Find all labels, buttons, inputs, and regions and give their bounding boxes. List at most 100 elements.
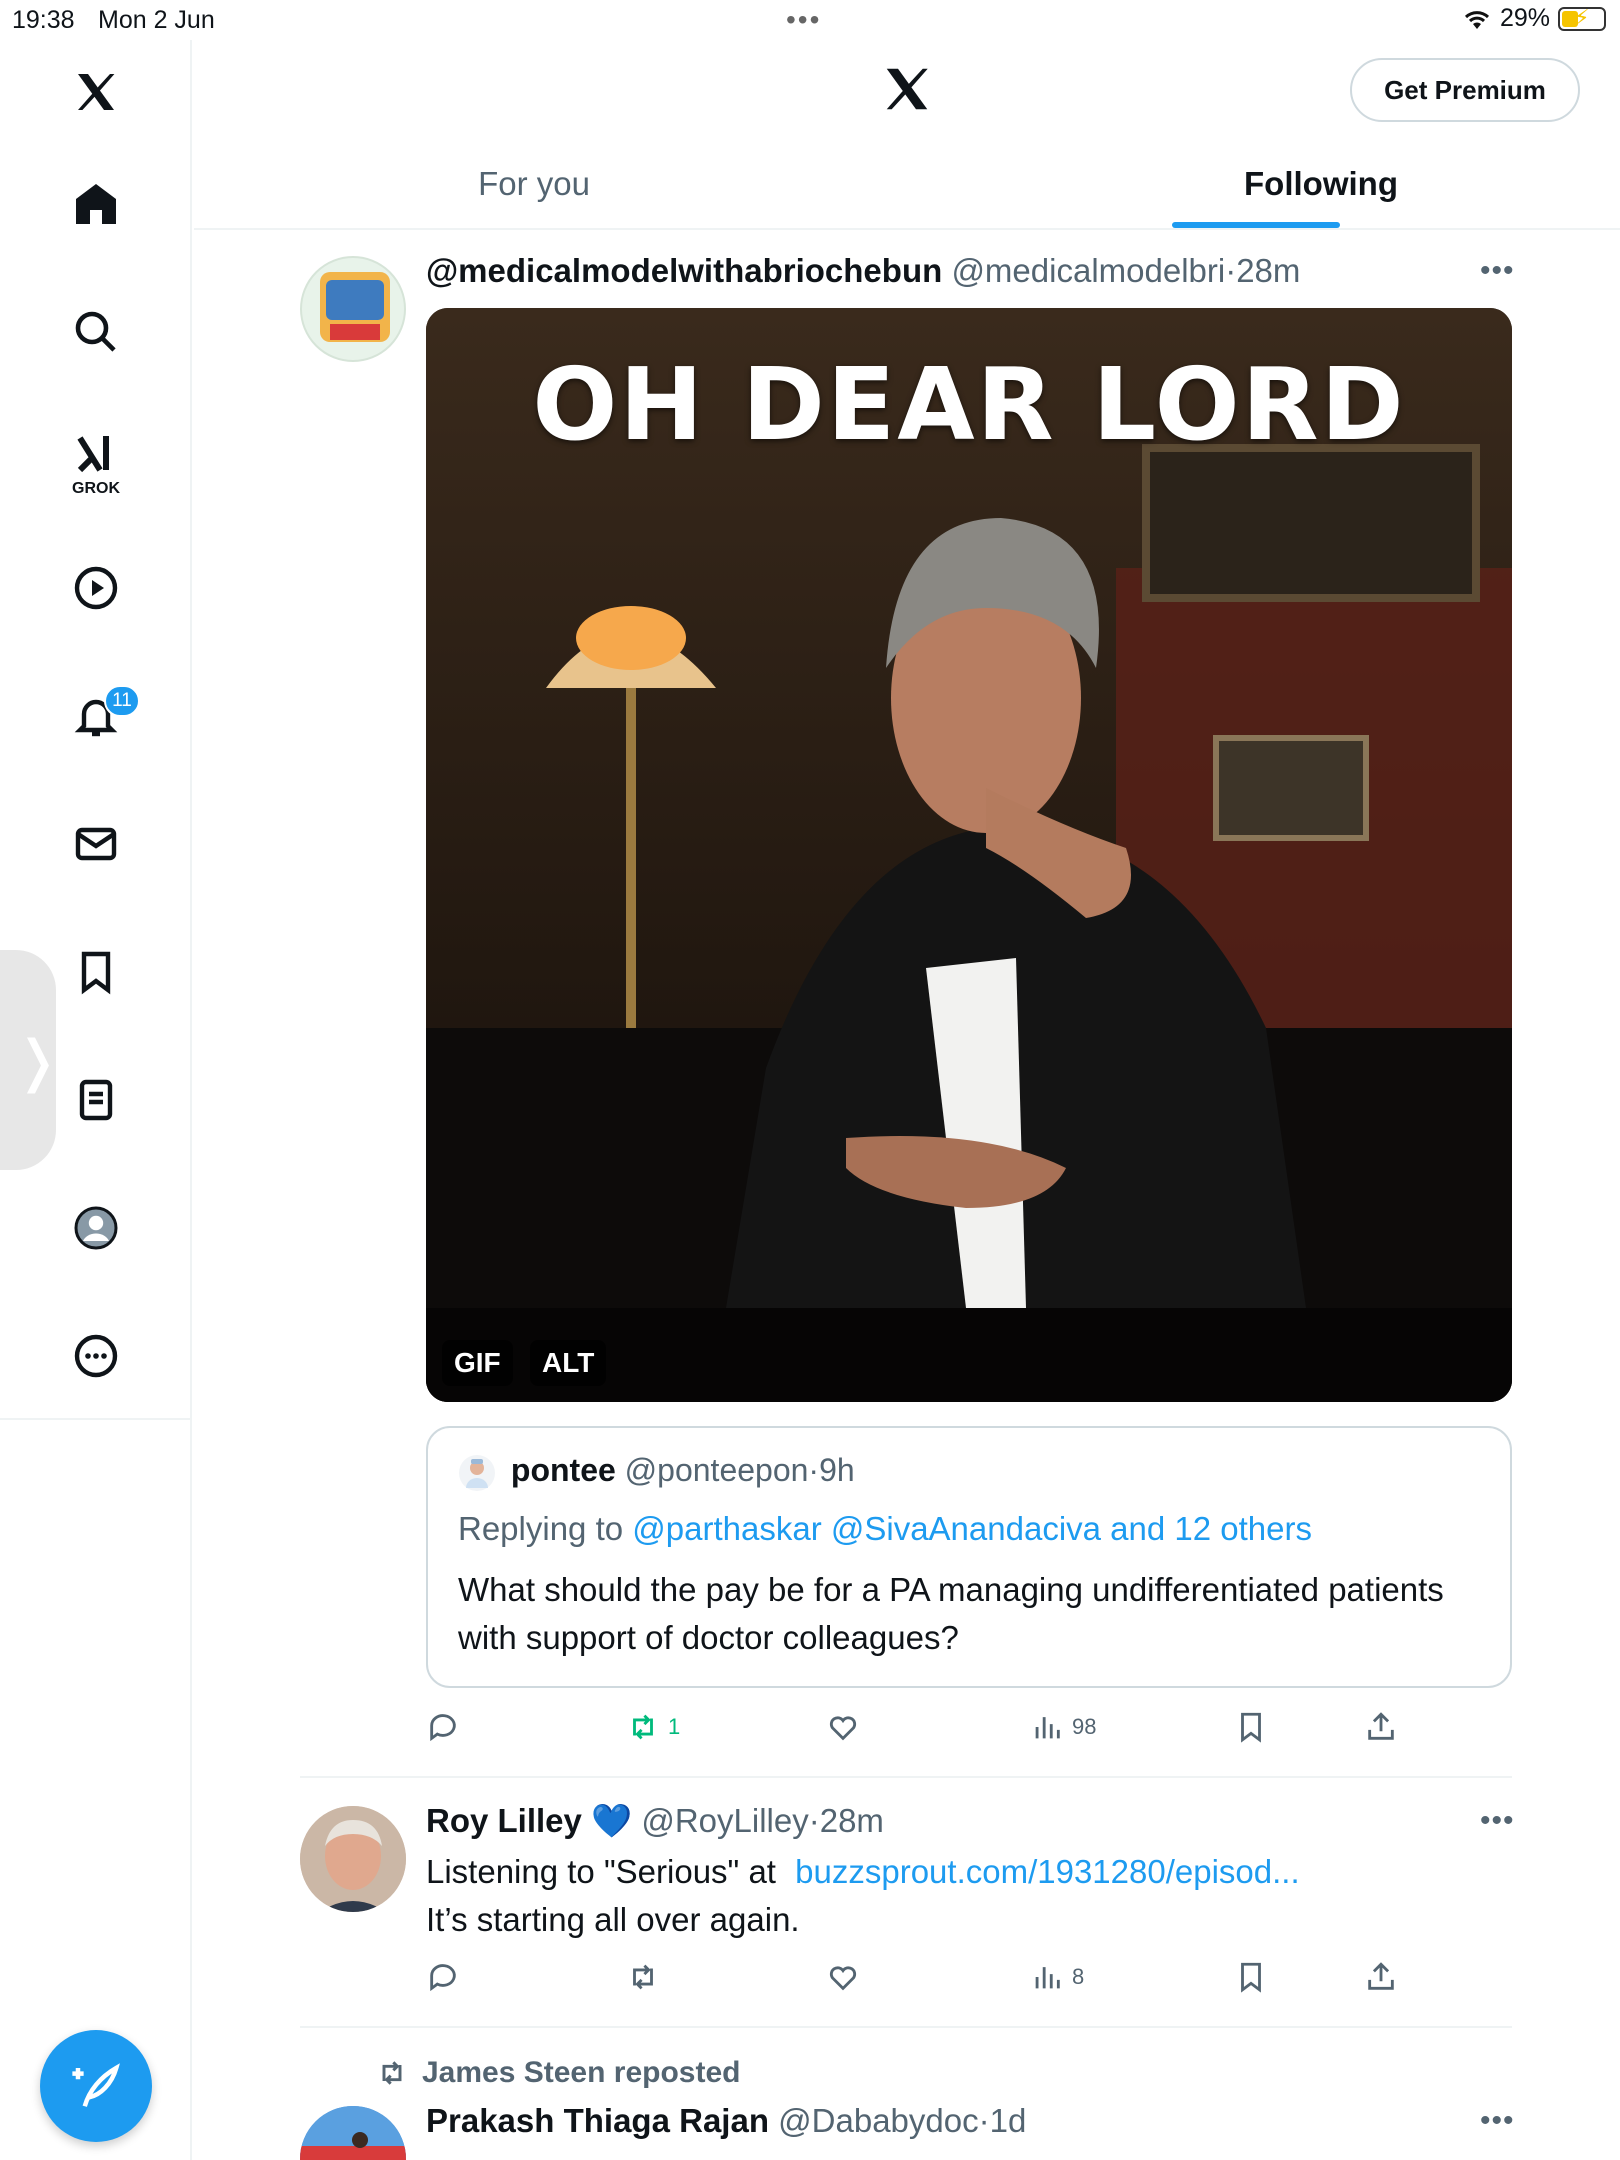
- views-chart-icon: [1035, 1967, 1060, 1989]
- reposted-by-label: James Steen reposted: [422, 2056, 741, 2089]
- tab-for-you[interactable]: For you: [394, 140, 674, 228]
- profile-avatar-icon[interactable]: [66, 1198, 126, 1258]
- post-separator: [300, 2026, 1512, 2028]
- post-actions-bar: 1 98: [426, 1702, 1426, 1752]
- replying-to-users[interactable]: @parthaskar @SivaAnandaciva and 12 other…: [632, 1510, 1312, 1547]
- status-bar: 19:38 Mon 2 Jun ••• 29% ⚡: [0, 0, 1620, 40]
- post-avatar[interactable]: [300, 256, 406, 362]
- author-name[interactable]: Roy Lilley: [426, 1802, 582, 1839]
- quoted-post-card[interactable]: pontee @ponteepon·9h Replying to @partha…: [426, 1426, 1512, 1688]
- gif-overlay-text: OH DEAR LORD: [532, 346, 1406, 463]
- views-count: 98: [1072, 1714, 1097, 1739]
- views-button[interactable]: 8: [1030, 1952, 1084, 2002]
- post-time[interactable]: 28m: [1236, 252, 1300, 289]
- post-text-line2: It’s starting all over again.: [426, 1901, 800, 1938]
- multitasking-dots-icon[interactable]: •••: [786, 4, 821, 36]
- alt-text-button[interactable]: ALT: [530, 1340, 607, 1386]
- grok-label: GROK: [72, 480, 120, 497]
- views-count: 8: [1072, 1964, 1085, 1989]
- post-avatar[interactable]: [300, 2106, 406, 2160]
- roy-lilley-avatar-photo: [300, 1806, 406, 1912]
- post-media-gif[interactable]: OH DEAR LORD GIF ALT: [426, 308, 1512, 1402]
- meta-separator: ·: [808, 1452, 820, 1488]
- post-header: Prakash Thiaga Rajan @Dababydoc·1d: [426, 2102, 1026, 2140]
- wifi-icon: [1464, 10, 1489, 29]
- share-upload-icon: [1368, 1962, 1394, 1990]
- tab-following[interactable]: Following: [1194, 140, 1448, 228]
- quoted-post-header: pontee @ponteepon·9h: [458, 1452, 855, 1492]
- repost-button[interactable]: [626, 1952, 660, 2002]
- status-time: 19:38: [12, 6, 75, 34]
- meta-separator: ·: [1225, 252, 1237, 289]
- status-date: Mon 2 Jun: [98, 6, 215, 34]
- bookmark-button[interactable]: [1234, 1702, 1268, 1752]
- more-options-icon[interactable]: [66, 1326, 126, 1386]
- share-button[interactable]: [1364, 1952, 1398, 2002]
- author-handle[interactable]: @medicalmodelbri: [951, 252, 1225, 289]
- author-name[interactable]: Prakash Thiaga Rajan: [426, 2102, 769, 2139]
- x-logo-icon[interactable]: [66, 62, 126, 122]
- repost-indicator-icon: [382, 2061, 402, 2085]
- meta-separator: ·: [978, 2102, 990, 2139]
- blue-heart-icon: 💙: [591, 1802, 633, 1839]
- prakash-avatar-photo: [300, 2106, 406, 2160]
- grok-icon[interactable]: [66, 424, 126, 484]
- sidebar-slideover-handle[interactable]: ❭: [0, 950, 61, 1170]
- post-text-prefix: Listening to "Serious" at: [426, 1853, 786, 1890]
- share-button[interactable]: [1364, 1702, 1398, 1752]
- like-button[interactable]: [826, 1952, 860, 2002]
- post-separator: [300, 1776, 1512, 1778]
- compose-post-button[interactable]: [40, 2030, 152, 2142]
- post-time[interactable]: 28m: [820, 1802, 884, 1839]
- post-link[interactable]: buzzsprout.com/1931280/episod...: [795, 1853, 1300, 1890]
- bookmark-button[interactable]: [1234, 1952, 1268, 2002]
- repost-button[interactable]: 1: [626, 1702, 680, 1752]
- get-premium-button[interactable]: Get Premium: [1350, 58, 1580, 122]
- author-name[interactable]: @medicalmodelwithabriochebun: [426, 252, 942, 289]
- quoted-post-text: What should the pay be for a PA managing…: [458, 1571, 1444, 1656]
- messages-envelope-icon[interactable]: [66, 814, 126, 874]
- battery-icon: ⚡: [1558, 5, 1606, 31]
- lists-icon[interactable]: [66, 1070, 126, 1130]
- gif-badge: GIF: [442, 1340, 513, 1386]
- tab-following-label: Following: [1244, 165, 1398, 202]
- bookmark-icon: [1241, 1962, 1261, 1993]
- post-more-icon[interactable]: •••: [1480, 2104, 1515, 2138]
- like-button[interactable]: [826, 1702, 860, 1752]
- post-header: Roy Lilley 💙 @RoyLilley·28m: [426, 1802, 884, 1841]
- video-play-icon[interactable]: [66, 558, 126, 618]
- status-right: 29% ⚡: [1462, 4, 1606, 33]
- x-logo-header-icon[interactable]: [880, 62, 934, 116]
- post-time[interactable]: 1d: [990, 2102, 1027, 2139]
- reply-button[interactable]: [426, 1952, 460, 2002]
- reply-button[interactable]: [426, 1702, 460, 1752]
- active-tab-indicator: [1172, 222, 1340, 228]
- bookmark-icon: [1241, 1712, 1261, 1743]
- author-handle[interactable]: @RoyLilley: [641, 1802, 808, 1839]
- heart-icon: [829, 1716, 857, 1741]
- quoted-author-name: pontee: [510, 1452, 616, 1488]
- replying-to-prefix: Replying to: [458, 1510, 633, 1547]
- reposted-by-line[interactable]: James Steen reposted: [376, 2056, 740, 2090]
- repost-icon: [633, 1714, 653, 1740]
- share-upload-icon: [1368, 1712, 1394, 1740]
- reply-icon: [430, 1714, 456, 1742]
- battery-percent: 29%: [1499, 4, 1550, 32]
- post-avatar[interactable]: [300, 1806, 406, 1912]
- repost-icon: [633, 1964, 653, 1990]
- home-icon[interactable]: [66, 174, 126, 234]
- post-more-icon[interactable]: •••: [1480, 1804, 1515, 1838]
- replying-to-line: Replying to @parthaskar @SivaAnandaciva …: [458, 1510, 1312, 1548]
- views-button[interactable]: 98: [1030, 1702, 1096, 1752]
- repost-count: 1: [668, 1714, 681, 1739]
- post-actions-bar: 8: [426, 1952, 1426, 2002]
- bookmarks-icon[interactable]: [66, 942, 126, 1002]
- gif-scene-image: [426, 308, 1512, 1402]
- meta-separator: ·: [808, 1802, 820, 1839]
- timeline-tabs: For you Following: [194, 140, 1620, 230]
- author-handle[interactable]: @Dababydoc: [778, 2102, 978, 2139]
- reply-icon: [430, 1964, 456, 1992]
- search-icon[interactable]: [66, 302, 126, 362]
- post-text: Listening to "Serious" at buzzsprout.com…: [426, 1848, 1516, 1944]
- post-more-icon[interactable]: •••: [1480, 254, 1515, 288]
